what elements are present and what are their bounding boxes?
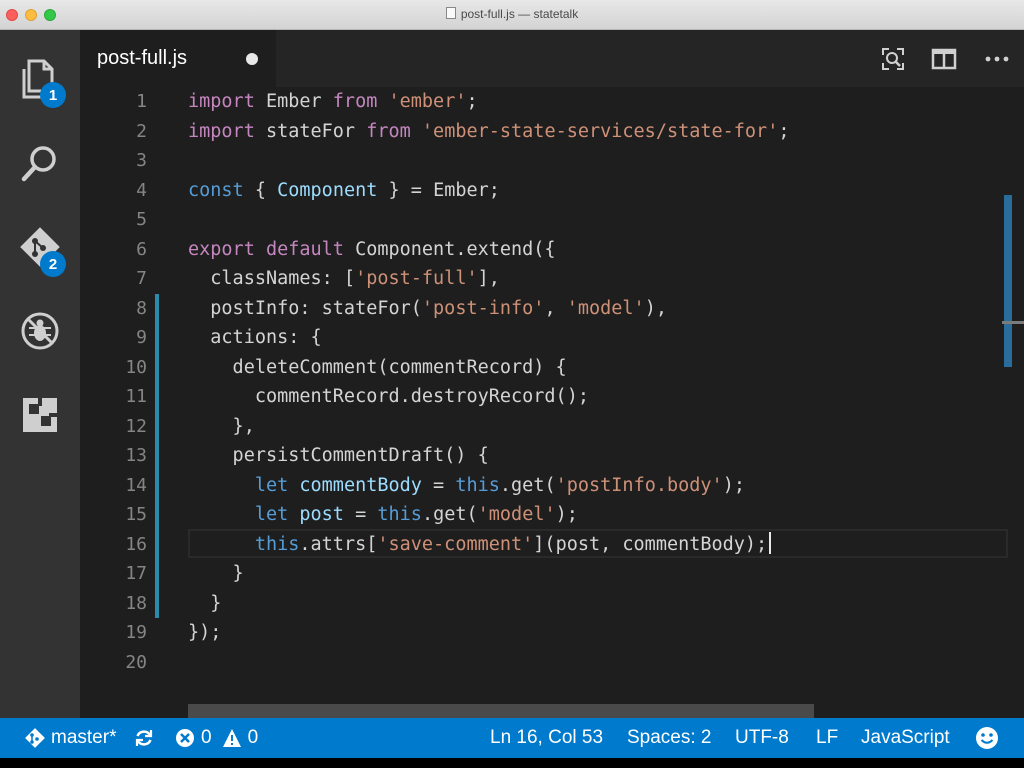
- code-line: persistCommentDraft() {: [188, 445, 489, 466]
- code-line: import stateFor from 'ember-state-servic…: [188, 120, 790, 142]
- code-line: }: [188, 592, 222, 614]
- unsaved-dot-icon[interactable]: [246, 53, 258, 65]
- code-line: export default Component.extend({: [188, 238, 556, 260]
- activity-debug[interactable]: [0, 296, 80, 366]
- code-line: postInfo: stateFor('post-info', 'model')…: [188, 297, 667, 319]
- window-titlebar: post-full.js — statetalk: [0, 0, 1024, 30]
- window-title: post-full.js — statetalk: [0, 7, 1024, 21]
- code-line: commentRecord.destroyRecord();: [188, 386, 589, 407]
- horizontal-scrollbar-thumb[interactable]: [188, 704, 814, 718]
- line-number: 16: [125, 533, 147, 555]
- more-actions-icon: [985, 56, 1009, 62]
- line-number: 3: [136, 150, 147, 171]
- code-line: import Ember from 'ember';: [188, 91, 478, 112]
- search-icon: [21, 146, 56, 182]
- status-bar: master* 0 0 Ln 16, Col 53 Spaces: 2 UTF-…: [0, 718, 1024, 758]
- warning-icon: [222, 729, 241, 747]
- line-number: 6: [136, 238, 147, 260]
- extensions-icon: [23, 398, 57, 432]
- line-number: 9: [136, 327, 147, 348]
- code-line: const { Component } = Ember;: [188, 179, 500, 201]
- line-number: 17: [125, 563, 147, 584]
- encoding-setting[interactable]: UTF-8: [735, 727, 789, 749]
- feedback-button[interactable]: [975, 727, 999, 749]
- feedback-smiley-icon: [976, 727, 998, 749]
- git-branch-item[interactable]: master*: [24, 727, 116, 749]
- problems-item[interactable]: 0 0: [175, 727, 258, 749]
- line-number: 13: [125, 445, 147, 466]
- line-number: 10: [125, 356, 147, 378]
- split-editor-icon: [931, 48, 957, 70]
- line-number: 8: [136, 297, 147, 319]
- language-mode[interactable]: JavaScript: [861, 727, 950, 749]
- source-control-badge: 2: [40, 251, 66, 277]
- code-line: this.attrs['save-comment'](post, comment…: [188, 530, 772, 560]
- activity-explorer[interactable]: 1: [0, 44, 80, 114]
- sync-icon: [135, 730, 153, 746]
- overview-ruler-cursor: [1002, 321, 1024, 324]
- activity-source-control[interactable]: 2: [0, 212, 80, 282]
- text-cursor: [769, 531, 772, 554]
- indentation-setting[interactable]: Spaces: 2: [627, 727, 712, 749]
- sync-button[interactable]: [133, 727, 155, 749]
- debug-icon: [21, 312, 59, 350]
- window-title-text: post-full.js — statetalk: [460, 7, 579, 21]
- line-number: 4: [136, 179, 147, 201]
- code-line: });: [188, 622, 222, 643]
- activity-bar: 1 2: [0, 30, 80, 718]
- code-line: classNames: ['post-full'],: [188, 268, 500, 289]
- branch-name: master*: [51, 727, 117, 748]
- line-number: 15: [125, 504, 147, 525]
- more-actions-button[interactable]: [982, 44, 1012, 74]
- code-line: }: [188, 563, 244, 584]
- file-icon: [445, 7, 456, 19]
- line-number: 14: [125, 474, 147, 496]
- error-icon: [176, 729, 194, 747]
- line-number: 20: [125, 651, 147, 673]
- line-number: 19: [125, 622, 147, 643]
- git-branch-icon: [25, 728, 45, 748]
- tab-post-full-js[interactable]: post-full.js: [80, 30, 276, 87]
- line-number-gutter: 1 2 3 4 5 6 7 8 9 10 11 12 13 14 15 16 1…: [80, 87, 156, 718]
- line-number: 5: [136, 209, 147, 230]
- line-number: 18: [125, 592, 147, 614]
- eol-setting[interactable]: LF: [816, 727, 838, 749]
- split-editor-button[interactable]: [929, 44, 959, 74]
- activity-search[interactable]: [0, 128, 80, 198]
- open-preview-icon: [882, 48, 904, 70]
- editor-tab-bar: post-full.js: [80, 30, 1024, 87]
- vertical-scrollbar-thumb[interactable]: [1004, 195, 1012, 367]
- modified-lines-indicator: [155, 294, 159, 618]
- activity-extensions[interactable]: [0, 380, 80, 450]
- warning-count: 0: [247, 727, 259, 748]
- line-number: 7: [136, 268, 147, 289]
- line-number: 11: [125, 386, 147, 407]
- explorer-badge: 1: [40, 82, 66, 108]
- code-line: },: [188, 415, 255, 437]
- code-editor[interactable]: 1 2 3 4 5 6 7 8 9 10 11 12 13 14 15 16 1…: [80, 87, 1024, 718]
- open-preview-button[interactable]: [878, 44, 908, 74]
- cursor-position[interactable]: Ln 16, Col 53: [490, 727, 603, 749]
- tab-title: post-full.js: [97, 47, 188, 69]
- code-line: deleteComment(commentRecord) {: [188, 356, 567, 378]
- line-number: 12: [125, 415, 147, 437]
- code-line: actions: {: [188, 327, 322, 348]
- line-number: 1: [136, 91, 147, 112]
- code-line: let commentBody = this.get('postInfo.bod…: [254, 474, 745, 496]
- window-bottom-edge: [0, 758, 1024, 768]
- code-line: let post = this.get('model');: [254, 504, 578, 525]
- error-count: 0: [201, 727, 212, 748]
- line-number: 2: [136, 120, 147, 142]
